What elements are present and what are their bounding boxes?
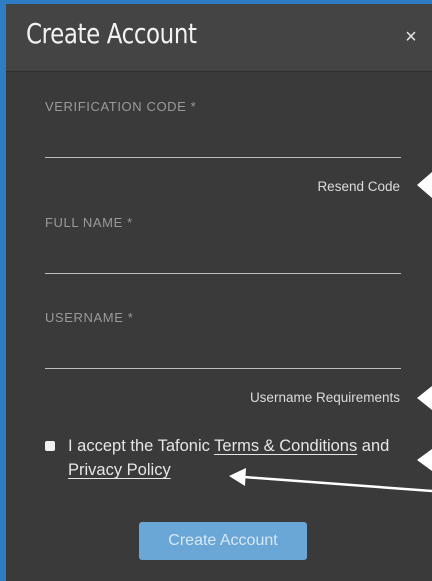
terms-checkbox[interactable] <box>45 441 55 451</box>
dialog-header: Create Account × <box>6 4 432 72</box>
terms-conditions-link[interactable]: Terms & Conditions <box>214 437 357 455</box>
dialog-title: Create Account <box>26 17 197 50</box>
username-label: USERNAME * <box>45 310 134 325</box>
close-button[interactable]: × <box>402 26 420 48</box>
close-icon: × <box>405 26 417 48</box>
terms-text: I accept the Tafonic Terms & Conditions … <box>45 434 405 482</box>
username-input[interactable] <box>45 342 401 369</box>
verification-code-label: VERIFICATION CODE * <box>45 99 197 114</box>
terms-row: I accept the Tafonic Terms & Conditions … <box>45 434 405 482</box>
resend-code-link[interactable]: Resend Code <box>317 179 400 194</box>
username-requirements-link[interactable]: Username Requirements <box>250 390 400 405</box>
terms-prefix: I accept the Tafonic <box>68 437 215 455</box>
dialog-body: VERIFICATION CODE * Resend Code FULL NAM… <box>6 72 432 581</box>
terms-conjunction: and <box>357 437 390 455</box>
full-name-label: FULL NAME * <box>45 215 133 230</box>
verification-code-input[interactable] <box>45 131 401 158</box>
privacy-policy-link[interactable]: Privacy Policy <box>68 461 171 479</box>
create-account-button[interactable]: Create Account <box>139 522 307 560</box>
full-name-input[interactable] <box>45 247 401 274</box>
